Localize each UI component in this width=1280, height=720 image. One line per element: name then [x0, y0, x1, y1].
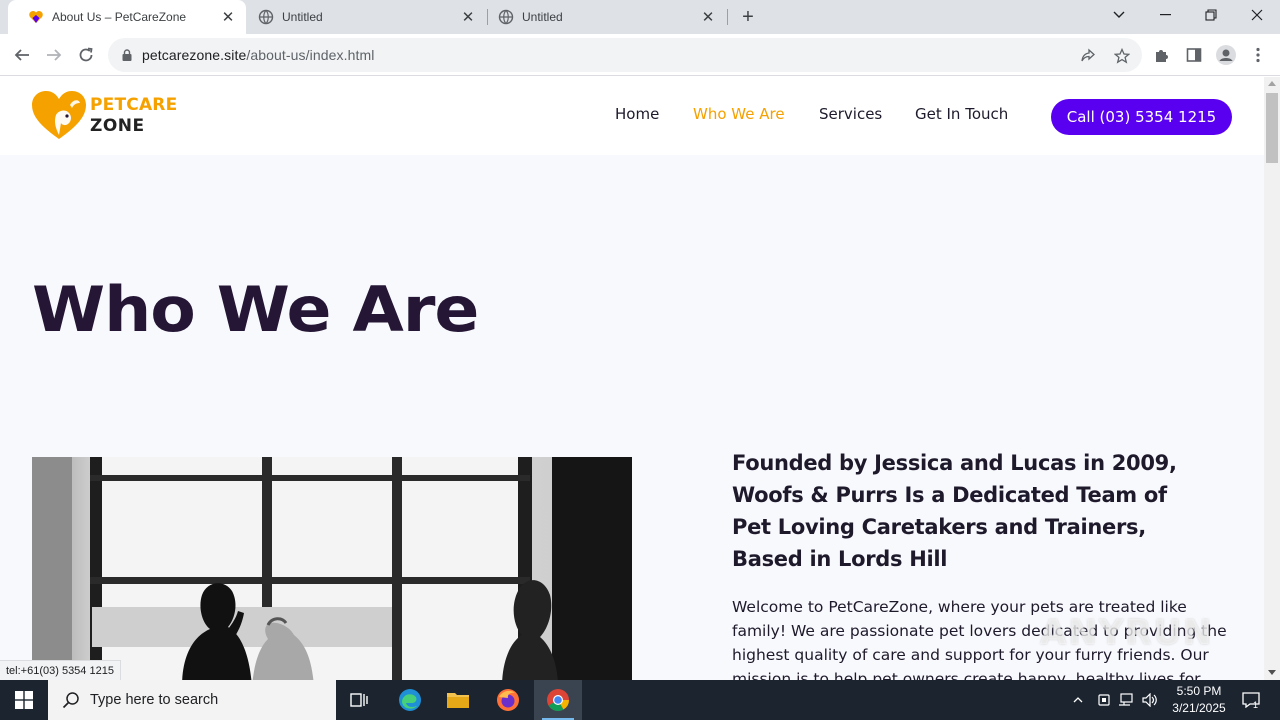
- page-scrollbar[interactable]: [1264, 77, 1280, 680]
- tab-untitled-2[interactable]: Untitled ✕: [488, 0, 726, 34]
- windows-taskbar: Type here to search 5:50 PM 3/21/2025 1: [0, 680, 1280, 720]
- watermark-text: ANYRUN: [1040, 613, 1214, 653]
- status-text: tel:+61(03) 5354 1215: [6, 664, 114, 677]
- firefox-taskbar-app[interactable]: [484, 680, 532, 720]
- pet-heart-logo-icon: [32, 91, 86, 139]
- nav-home[interactable]: Home: [615, 105, 659, 123]
- tab-about-us[interactable]: About Us – PetCareZone ✕: [8, 0, 246, 34]
- couple-with-dog-photo: [32, 457, 632, 680]
- url-path: /about-us/index.html: [246, 47, 375, 63]
- network-icon[interactable]: [1116, 680, 1136, 720]
- page-title: Who We Are: [32, 273, 479, 346]
- show-hidden-icons-chevron-icon[interactable]: [1068, 680, 1088, 720]
- close-tab-icon[interactable]: ✕: [220, 9, 236, 26]
- globe-icon: [258, 9, 274, 25]
- url-domain: petcarezone.site: [142, 47, 247, 63]
- nav-who-we-are[interactable]: Who We Are: [693, 105, 785, 123]
- scroll-down-arrow-icon[interactable]: [1268, 670, 1276, 675]
- edge-icon: [399, 689, 421, 711]
- nav-get-in-touch[interactable]: Get In Touch: [915, 105, 1008, 123]
- restore-window-button[interactable]: [1188, 0, 1234, 30]
- team-photo: [32, 457, 632, 680]
- reload-icon: [79, 47, 93, 62]
- folder-icon: [447, 693, 469, 708]
- globe-icon: [498, 9, 514, 25]
- bookmark-star-icon[interactable]: [1112, 46, 1132, 66]
- taskbar-clock[interactable]: 5:50 PM 3/21/2025: [1160, 683, 1238, 717]
- logo-text-zone: ZONE: [90, 116, 145, 136]
- search-icon: [62, 692, 79, 709]
- volume-icon[interactable]: [1140, 680, 1160, 720]
- device-tray-icon[interactable]: [1094, 680, 1114, 720]
- windows-logo-icon: [15, 691, 33, 709]
- tab-title: About Us – PetCareZone: [52, 10, 187, 24]
- new-tab-button[interactable]: +: [736, 5, 760, 29]
- nav-services[interactable]: Services: [819, 105, 882, 123]
- scrollbar-thumb[interactable]: [1266, 93, 1278, 163]
- chrome-taskbar-app[interactable]: [534, 680, 582, 720]
- tab-title: Untitled: [282, 10, 323, 24]
- scroll-up-arrow-icon[interactable]: [1268, 81, 1276, 86]
- file-explorer-taskbar-app[interactable]: [434, 680, 482, 720]
- lock-icon: [122, 49, 132, 61]
- petcarezone-favicon-icon: [29, 11, 43, 23]
- tab-divider: [727, 9, 728, 25]
- start-button[interactable]: [0, 680, 48, 720]
- close-window-button[interactable]: [1234, 0, 1280, 30]
- task-view-button[interactable]: [336, 680, 384, 720]
- clock-time: 5:50 PM: [1176, 684, 1222, 698]
- site-header: PETCARE ZONE Home Who We Are Services Ge…: [0, 77, 1264, 155]
- tab-title: Untitled: [522, 10, 563, 24]
- site-logo[interactable]: PETCARE ZONE: [32, 91, 182, 141]
- arrow-right-icon: [47, 49, 62, 61]
- search-placeholder: Type here to search: [90, 692, 219, 708]
- url-text: petcarezone.site/about-us/index.html: [142, 47, 374, 63]
- side-panel-icon[interactable]: [1184, 45, 1204, 65]
- browser-tab-strip: About Us – PetCareZone ✕ Untitled ✕ Unti…: [0, 0, 1280, 34]
- forward-button[interactable]: [40, 41, 68, 69]
- firefox-icon: [497, 689, 519, 711]
- tab-untitled-1[interactable]: Untitled ✕: [246, 0, 486, 34]
- arrow-left-icon: [14, 49, 29, 61]
- logo-text-petcare: PETCARE: [90, 95, 178, 115]
- profile-avatar-icon[interactable]: [1216, 45, 1236, 65]
- browser-toolbar: petcarezone.site/about-us/index.html: [0, 34, 1280, 76]
- taskbar-search-box[interactable]: Type here to search: [48, 680, 336, 720]
- back-button[interactable]: [8, 41, 36, 69]
- founded-heading: Founded by Jessica and Lucas in 2009, Wo…: [732, 451, 1177, 571]
- close-tab-icon[interactable]: ✕: [460, 9, 476, 26]
- call-phone-button[interactable]: Call (03) 5354 1215: [1051, 99, 1232, 135]
- page-viewport: PETCARE ZONE Home Who We Are Services Ge…: [0, 77, 1264, 680]
- notification-center-button[interactable]: 1: [1236, 680, 1266, 720]
- browser-menu-icon[interactable]: [1248, 45, 1268, 65]
- extensions-puzzle-icon[interactable]: [1152, 45, 1172, 65]
- anyrun-watermark: ANYRUN: [1040, 613, 1214, 653]
- reload-button[interactable]: [72, 41, 100, 69]
- close-tab-icon[interactable]: ✕: [700, 9, 716, 26]
- task-view-icon: [350, 693, 368, 707]
- edge-taskbar-app[interactable]: [386, 680, 434, 720]
- tab-search-chevron-icon[interactable]: [1096, 0, 1142, 30]
- link-status-bar: tel:+61(03) 5354 1215: [0, 660, 121, 680]
- share-icon[interactable]: [1078, 46, 1098, 66]
- address-bar[interactable]: petcarezone.site/about-us/index.html: [108, 38, 1142, 72]
- minimize-window-button[interactable]: [1142, 0, 1188, 30]
- clock-date: 3/21/2025: [1172, 701, 1226, 715]
- chrome-icon: [547, 689, 569, 711]
- notification-count-badge: 1: [1253, 700, 1259, 710]
